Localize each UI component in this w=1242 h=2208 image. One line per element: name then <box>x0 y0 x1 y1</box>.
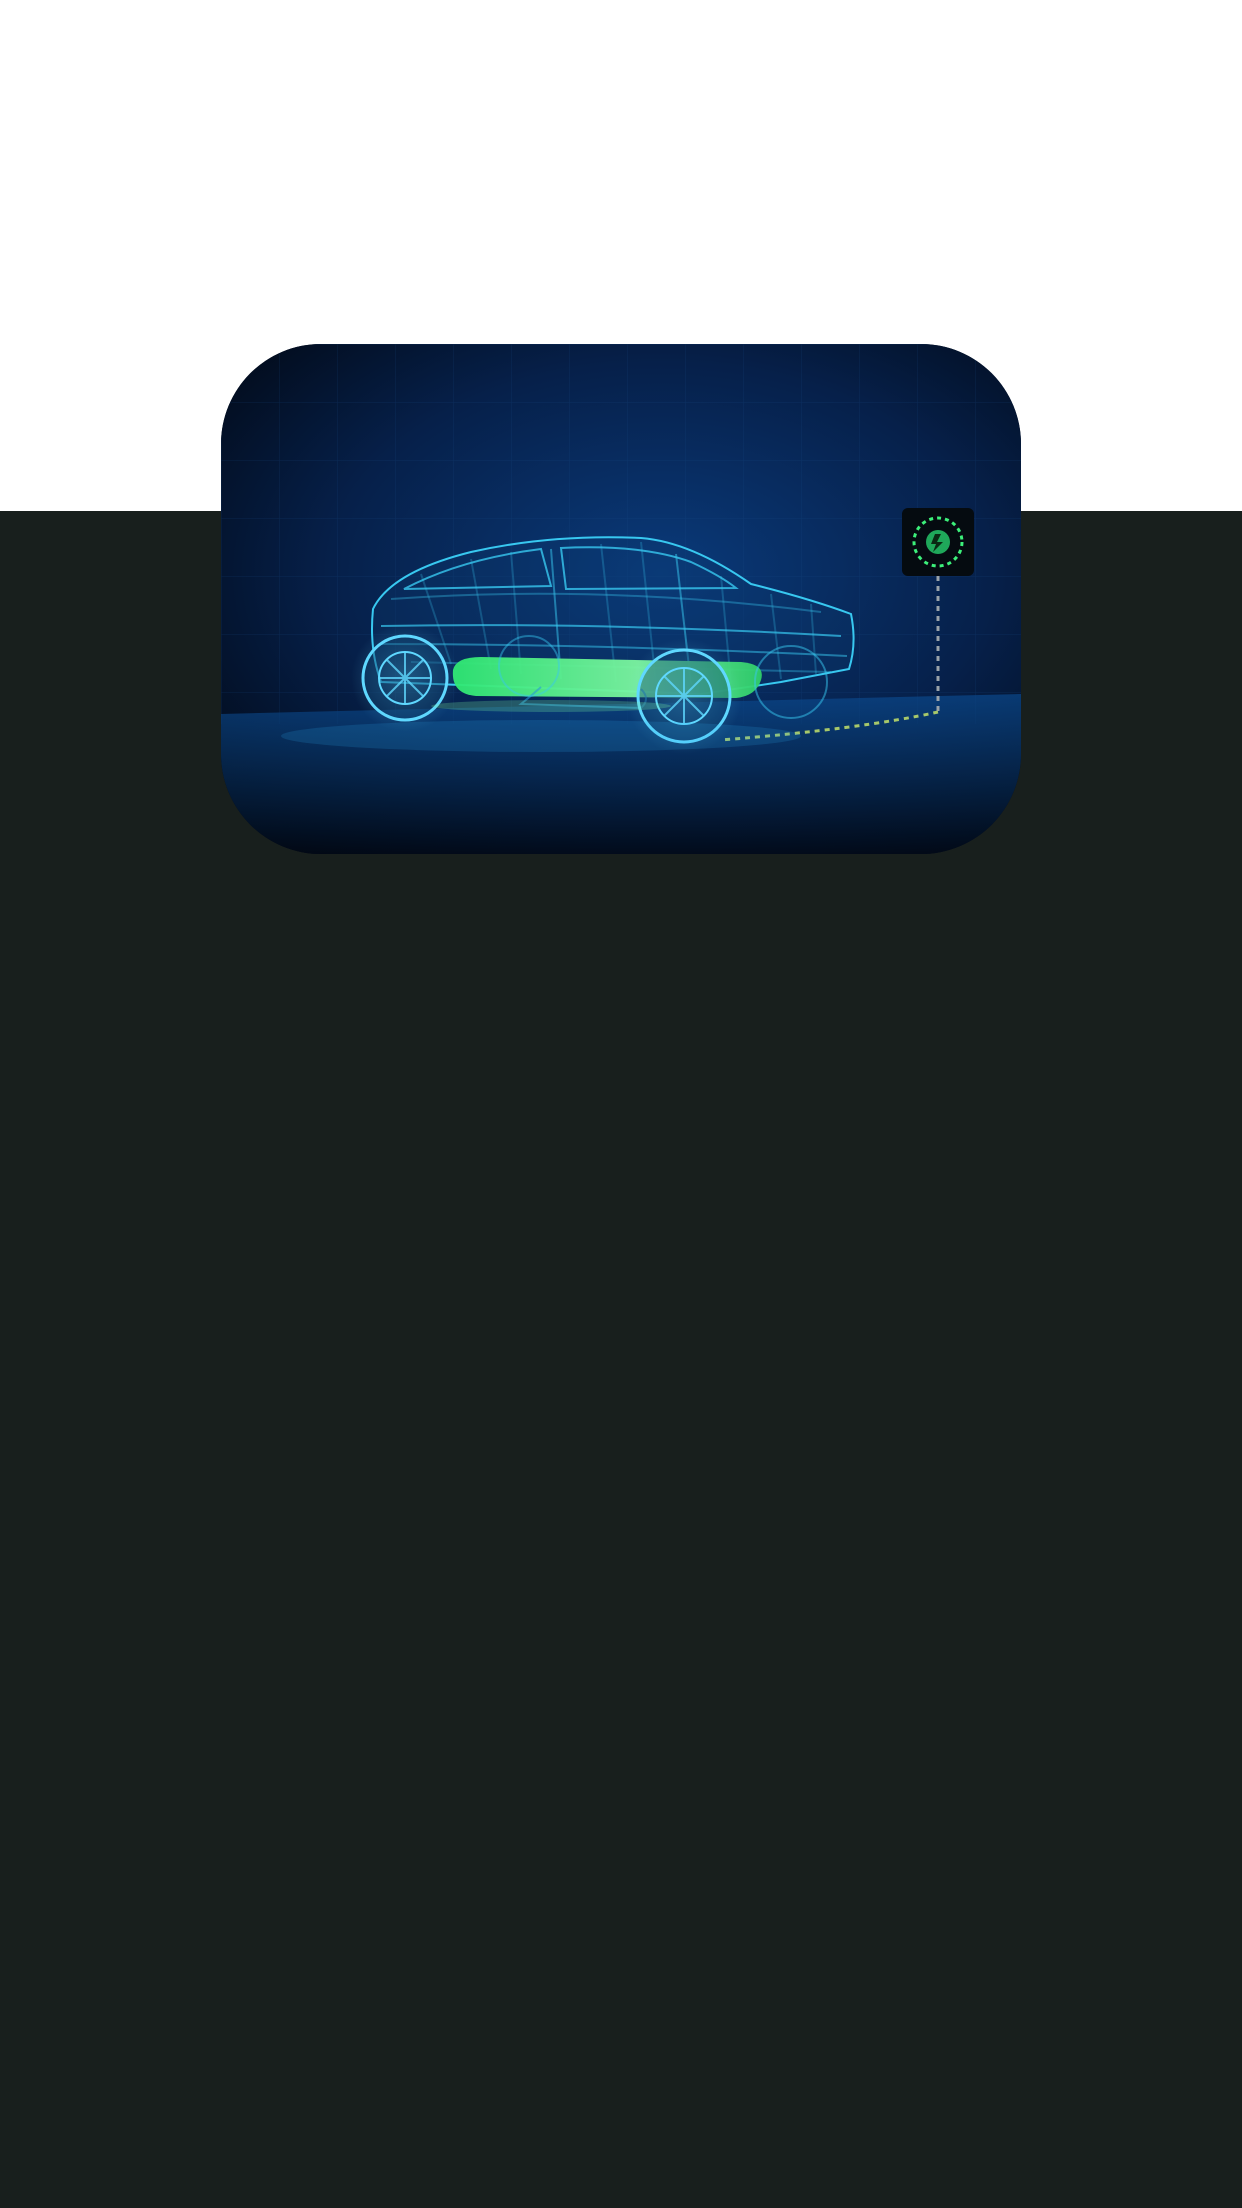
ev-wireframe-illustration <box>221 344 1021 854</box>
screen <box>0 0 1242 2208</box>
hero-image-card <box>221 344 1021 854</box>
